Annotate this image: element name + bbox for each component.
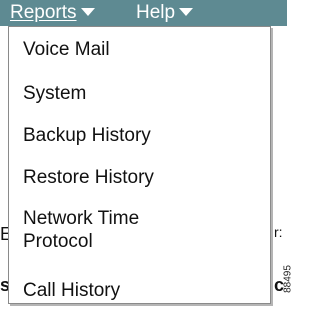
reports-menu-label: Reports (10, 2, 77, 23)
help-menu-label: Help (136, 2, 176, 23)
reports-menu[interactable]: Reports (10, 1, 95, 25)
help-menu[interactable]: Help (136, 1, 194, 25)
menu-item-restore-history[interactable]: Restore History (23, 166, 154, 189)
menu-item-voice-mail[interactable]: Voice Mail (23, 38, 110, 61)
menu-item-network-time-protocol[interactable]: Network Time Protocol (23, 207, 139, 253)
chevron-down-icon (80, 7, 95, 16)
page: Reports Help E r: s c 88495 Voice Mail S… (0, 0, 297, 311)
menu-item-call-history[interactable]: Call History (23, 279, 120, 302)
figure-id-text: 88495 (282, 265, 294, 293)
background-text-fragment: r: (274, 224, 283, 240)
menu-item-backup-history[interactable]: Backup History (23, 124, 151, 147)
reports-dropdown-menu: Voice Mail System Backup History Restore… (8, 26, 271, 304)
figure-id: 88495 (281, 252, 295, 306)
menu-item-system[interactable]: System (23, 82, 86, 105)
top-menu-bar: Reports Help (0, 0, 287, 26)
chevron-down-icon (179, 7, 194, 16)
